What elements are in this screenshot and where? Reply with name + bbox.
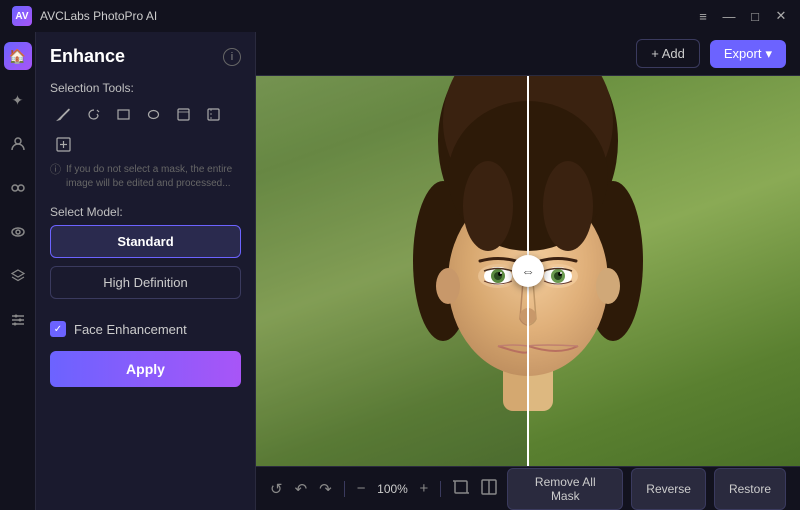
sidebar-item-adjustments[interactable]: [4, 306, 32, 334]
lasso-tool[interactable]: [80, 101, 106, 127]
redo-icon[interactable]: ↷: [319, 480, 332, 498]
face-enhancement-label: Face Enhancement: [74, 322, 187, 337]
main-layout: 🏠 ✦: [0, 32, 800, 510]
sidebar-item-enhance[interactable]: ✦: [4, 86, 32, 114]
refresh-icon[interactable]: ↺: [270, 480, 283, 498]
face-enhancement-checkbox[interactable]: ✓: [50, 321, 66, 337]
panel-header: Enhance i: [50, 46, 241, 67]
selection-hint: ⓘ If you do not select a mask, the entir…: [50, 163, 241, 191]
model-section: Select Model: Standard High Definition: [50, 205, 241, 307]
minimize-icon[interactable]: —: [722, 9, 736, 24]
selection-tools: [50, 101, 241, 157]
image-viewport: ⇔: [256, 76, 800, 466]
sidebar-item-effects[interactable]: [4, 174, 32, 202]
compare-icon[interactable]: [481, 479, 497, 499]
sidebar-item-layers[interactable]: [4, 262, 32, 290]
ellipse-tool[interactable]: [140, 101, 166, 127]
menu-icon[interactable]: ≡: [696, 9, 710, 24]
undo-icon[interactable]: ↶: [295, 480, 308, 498]
titlebar-left: AV AVCLabs PhotoPro AI: [12, 6, 157, 26]
high-definition-model-btn[interactable]: High Definition: [50, 266, 241, 299]
split-view: ⇔: [256, 76, 800, 466]
model-label: Select Model:: [50, 205, 241, 219]
app-title: AVCLabs PhotoPro AI: [40, 9, 157, 23]
reverse-button[interactable]: Reverse: [631, 468, 706, 510]
face-enhancement: ✓ Face Enhancement: [50, 321, 241, 337]
panel-title: Enhance: [50, 46, 125, 67]
apply-button[interactable]: Apply: [50, 351, 241, 387]
pen-tool[interactable]: [50, 101, 76, 127]
rect-tool[interactable]: [110, 101, 136, 127]
remove-all-mask-button[interactable]: Remove All Mask: [507, 468, 623, 510]
toolbar-left: ↺ ↶ ↷ − 100% +: [270, 479, 497, 499]
split-handle[interactable]: ⇔: [512, 255, 544, 287]
export-arrow-icon: ▾: [765, 46, 772, 62]
toolbar-divider-2: [440, 481, 441, 497]
zoom-controls: − 100% +: [357, 480, 429, 497]
selection-tools-section: Selection Tools:: [50, 81, 241, 191]
titlebar-controls: ≡ — □ ✕: [696, 8, 788, 24]
checkbox-check-icon: ✓: [54, 324, 62, 335]
selection-tools-label: Selection Tools:: [50, 81, 241, 95]
add-button[interactable]: + Add: [636, 39, 700, 68]
app-logo: AV: [12, 6, 32, 26]
add-tool[interactable]: [50, 131, 76, 157]
crop-icon[interactable]: [453, 479, 469, 499]
maximize-icon[interactable]: □: [748, 9, 762, 24]
split-handle-arrows-icon: ⇔: [521, 263, 535, 279]
content-area: + Add Export ▾: [256, 32, 800, 510]
restore-button[interactable]: Restore: [714, 468, 786, 510]
left-panel: Enhance i Selection Tools:: [36, 32, 256, 510]
zoom-value: 100%: [374, 482, 412, 496]
sidebar-item-eye[interactable]: [4, 218, 32, 246]
zoom-in-icon[interactable]: +: [420, 480, 429, 497]
sidebar-item-home[interactable]: 🏠: [4, 42, 32, 70]
top-bar: + Add Export ▾: [256, 32, 800, 76]
cutout-tool[interactable]: [200, 101, 226, 127]
toolbar-divider-1: [344, 481, 345, 497]
icon-sidebar: 🏠 ✦: [0, 32, 36, 510]
toolbar-right: Remove All Mask Reverse Restore: [507, 468, 786, 510]
export-button[interactable]: Export ▾: [710, 40, 786, 68]
close-icon[interactable]: ✕: [774, 8, 788, 24]
zoom-out-icon[interactable]: −: [357, 480, 366, 497]
standard-model-btn[interactable]: Standard: [50, 225, 241, 258]
polygon-tool[interactable]: [170, 101, 196, 127]
bottom-toolbar: ↺ ↶ ↷ − 100% +: [256, 466, 800, 510]
sidebar-item-portrait[interactable]: [4, 130, 32, 158]
titlebar: AV AVCLabs PhotoPro AI ≡ — □ ✕: [0, 0, 800, 32]
info-icon[interactable]: i: [223, 48, 241, 66]
